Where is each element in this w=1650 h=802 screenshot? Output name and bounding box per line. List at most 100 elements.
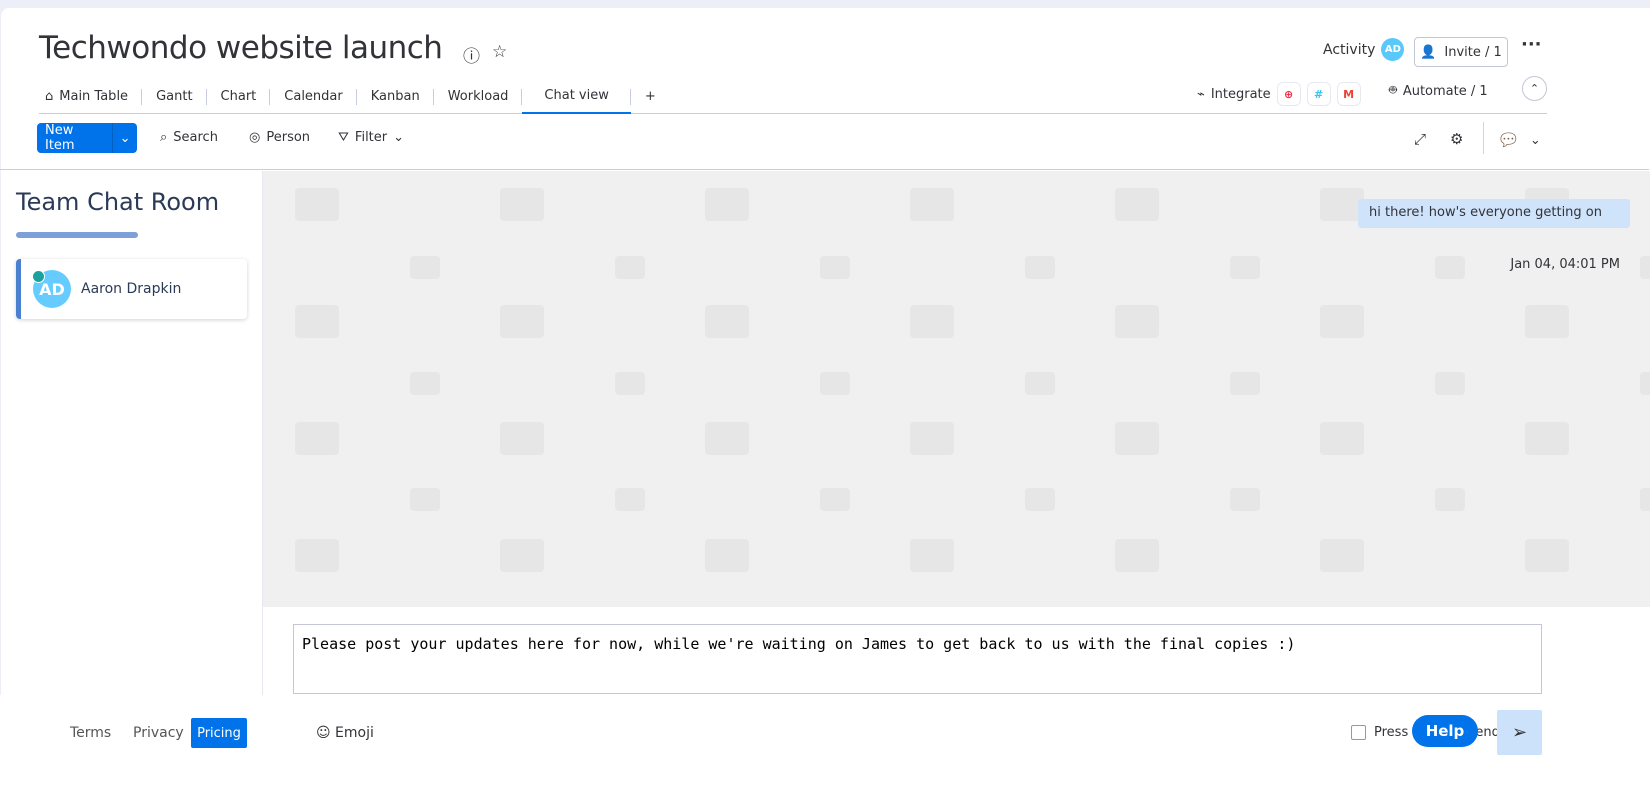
privacy-link[interactable]: Privacy <box>133 725 184 741</box>
chat-pattern-icon <box>1230 256 1260 279</box>
chat-pattern-icon <box>910 305 954 338</box>
add-user-icon: 👤 <box>1420 44 1437 60</box>
info-icon[interactable]: ⓘ <box>463 42 480 67</box>
view-switcher-button[interactable]: 💬︎ ⌄ <box>1497 130 1541 151</box>
automate-button[interactable]: 🤖︎ Automate / 1 <box>1389 82 1488 100</box>
tab-workload[interactable]: Workload <box>434 80 523 114</box>
new-item-button[interactable]: New Item ⌄ <box>37 123 137 153</box>
tab-label: Calendar <box>284 89 343 104</box>
chat-pattern-icon <box>1525 305 1569 338</box>
chat-sidebar: Team Chat Room AD Aaron Drapkin <box>1 171 263 696</box>
chat-pattern-icon <box>705 188 749 221</box>
chat-pattern-icon <box>910 539 954 572</box>
filter-button[interactable]: ⛛ Filter ⌄ <box>338 130 404 145</box>
tab-label: Chat view <box>544 88 609 103</box>
chat-pattern-icon <box>410 488 440 511</box>
chat-pattern-icon <box>1435 256 1465 279</box>
chat-pattern-icon <box>820 372 850 395</box>
smiley-icon: ☺ <box>316 725 336 741</box>
tab-label: Workload <box>447 89 509 104</box>
member-name: Aaron Drapkin <box>81 281 182 297</box>
home-icon: ⌂ <box>45 89 54 104</box>
tab-label: + <box>644 89 656 104</box>
message-bubble: hi there! how's everyone getting on <box>1358 199 1630 228</box>
chat-pattern-icon <box>705 422 749 455</box>
activity-button[interactable]: Activity AD <box>1323 38 1405 61</box>
chat-pattern-icon <box>1115 188 1159 221</box>
chat-pattern-icon <box>705 539 749 572</box>
chevron-down-icon: ⌄ <box>393 130 405 145</box>
chat-pattern-icon <box>410 256 440 279</box>
chat-pattern-icon <box>1025 372 1055 395</box>
integrate-button[interactable]: ⌁ Integrate ⊕ # M <box>1197 82 1361 106</box>
chat-pattern-icon <box>910 422 954 455</box>
composer: Please post your updates here for now, w… <box>263 607 1650 695</box>
pricing-button[interactable]: Pricing <box>191 718 247 748</box>
footer: Terms Privacy Pricing ☺ Emoji Press Ente… <box>0 695 1650 802</box>
new-item-label: New Item <box>45 123 75 153</box>
online-status-dot <box>32 270 45 283</box>
fullscreen-icon[interactable]: ⤢ <box>1414 130 1426 148</box>
tab-kanban[interactable]: Kanban <box>357 80 434 114</box>
twilio-icon: ⊕ <box>1276 82 1301 106</box>
person-filter-button[interactable]: ◎ Person <box>249 130 310 145</box>
collapse-header-button[interactable]: ⌃ <box>1522 76 1547 101</box>
chat-pattern-icon <box>1025 488 1055 511</box>
robot-icon: 🤖︎ <box>1389 83 1397 98</box>
chevron-down-icon: ⌄ <box>1529 133 1541 148</box>
gear-icon[interactable]: ⚙ <box>1450 130 1463 148</box>
tab-label: Gantt <box>156 89 193 104</box>
chat-pattern-icon <box>615 488 645 511</box>
chevron-down-icon[interactable]: ⌄ <box>112 123 137 153</box>
tab-gantt[interactable]: Gantt <box>142 80 208 114</box>
integrate-label: Integrate <box>1210 86 1271 102</box>
member-card[interactable]: AD Aaron Drapkin <box>16 259 247 319</box>
avatar: AD <box>1381 38 1405 61</box>
chat-bubbles-icon: 💬︎ <box>1497 130 1520 151</box>
person-label: Person <box>266 130 311 145</box>
chat-pattern-icon <box>1435 372 1465 395</box>
chat-pattern-icon <box>410 372 440 395</box>
activity-label: Activity <box>1323 41 1376 58</box>
add-view-button[interactable]: + <box>631 80 670 114</box>
tab-chart[interactable]: Chart <box>207 80 271 114</box>
message-input[interactable]: Please post your updates here for now, w… <box>293 624 1542 694</box>
chat-pattern-icon <box>295 188 339 221</box>
chat-pattern-icon <box>500 188 544 221</box>
tab-main-table[interactable]: ⌂ Main Table <box>39 80 143 114</box>
chat-pattern-icon <box>705 305 749 338</box>
slack-icon: # <box>1306 82 1331 106</box>
search-label: Search <box>173 130 218 145</box>
chat-pattern-icon <box>820 256 850 279</box>
search-button[interactable]: ⌕ Search <box>160 130 218 145</box>
chat-pattern-icon <box>1525 422 1569 455</box>
tab-calendar[interactable]: Calendar <box>270 80 358 114</box>
chat-pattern-icon <box>500 305 544 338</box>
chat-pattern-icon <box>1115 422 1159 455</box>
more-icon[interactable]: ··· <box>1521 34 1542 55</box>
terms-link[interactable]: Terms <box>70 725 111 741</box>
emoji-button[interactable]: ☺ Emoji <box>316 725 374 741</box>
person-icon: ◎ <box>249 130 261 145</box>
tab-label: Chart <box>220 89 257 104</box>
chat-pattern-icon <box>295 422 339 455</box>
chat-pattern-icon <box>295 305 339 338</box>
invite-label: Invite / 1 <box>1444 44 1502 60</box>
chat-pattern-icon <box>1320 422 1364 455</box>
chat-pattern-icon <box>1115 539 1159 572</box>
help-button[interactable]: Help <box>1412 715 1478 747</box>
chat-pattern-icon <box>1435 488 1465 511</box>
search-icon: ⌕ <box>160 130 168 145</box>
tab-chat-view[interactable]: Chat view <box>522 80 632 114</box>
press-enter-checkbox[interactable] <box>1351 725 1366 740</box>
star-icon[interactable]: ☆ <box>492 42 507 62</box>
page-title: Techwondo website launch <box>39 30 443 66</box>
chat-pattern-icon <box>1525 539 1569 572</box>
chat-pattern-icon <box>910 188 954 221</box>
send-button[interactable]: ➢ <box>1497 710 1542 755</box>
message-timestamp: Jan 04, 04:01 PM <box>1510 257 1620 272</box>
invite-button[interactable]: 👤 Invite / 1 <box>1414 37 1508 67</box>
chat-pattern-icon <box>1025 256 1055 279</box>
tab-label: Main Table <box>59 89 129 104</box>
toolbar: New Item ⌄ ⌕ Search ◎ Person ⛛ Filter ⌄ ⤢ ⚙ … <box>0 110 1649 170</box>
